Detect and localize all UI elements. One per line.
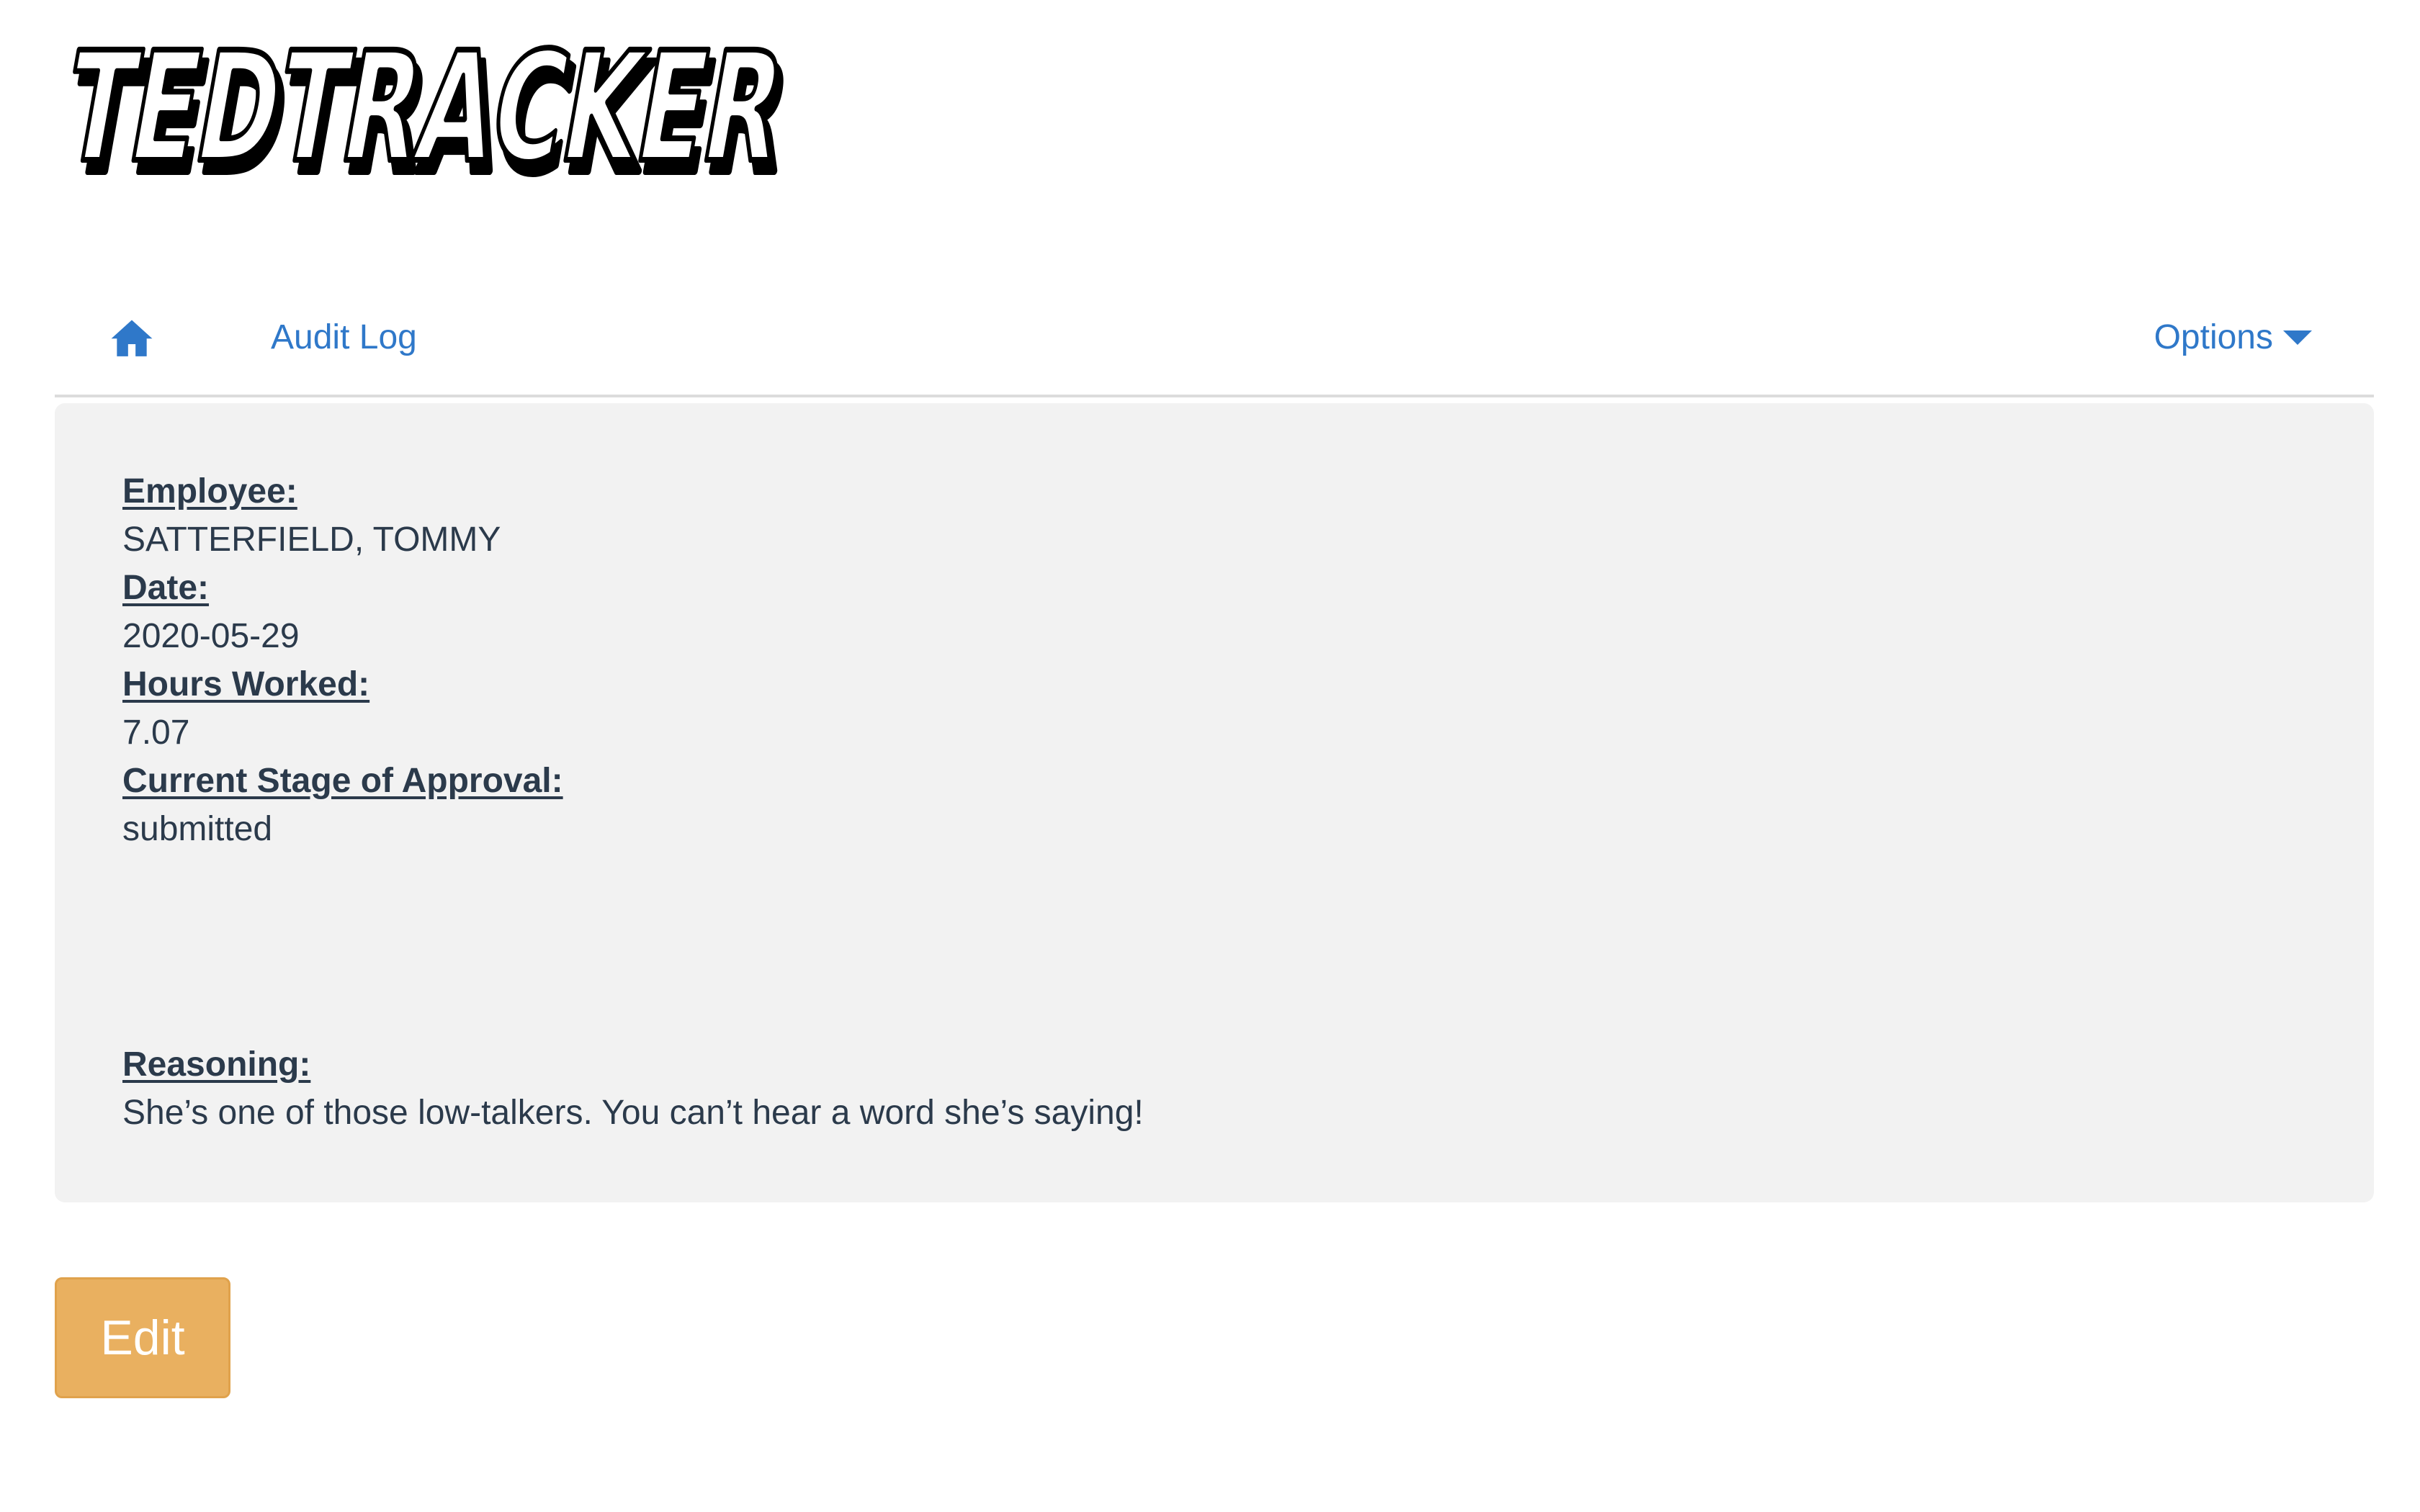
home-icon[interactable] [109, 315, 154, 360]
hours-worked-value: 7.07 [122, 714, 190, 752]
logo-wordmark: TEDTRACKER TEDTRACKER [50, 17, 805, 211]
employee-label: Employee: [122, 472, 297, 510]
approval-stage-value: submitted [122, 810, 273, 848]
top-navigation: Audit Log Options [55, 288, 2374, 397]
date-label: Date: [122, 569, 210, 607]
options-dropdown[interactable]: Options [2154, 315, 2312, 360]
audit-log-link[interactable]: Audit Log [271, 315, 417, 360]
date-value: 2020-05-29 [122, 617, 300, 655]
reasoning-label: Reasoning: [122, 1045, 311, 1084]
home-icon-graphic [111, 320, 153, 356]
edit-button[interactable]: Edit [55, 1277, 230, 1398]
logo-text: TEDTRACKER [53, 20, 797, 196]
page: TEDTRACKER TEDTRACKER Audit Log Options … [0, 0, 2420, 1512]
reasoning-value: She’s one of those low-talkers. You can’… [122, 1094, 1144, 1132]
tedtracker-logo: TEDTRACKER TEDTRACKER [50, 17, 825, 211]
approval-stage-label: Current Stage of Approval: [122, 762, 563, 800]
record-details-panel: Employee: SATTERFIELD, TOMMY Date: 2020-… [55, 403, 2374, 1202]
caret-down-icon [2283, 330, 2312, 345]
hours-worked-label: Hours Worked: [122, 665, 370, 703]
employee-value: SATTERFIELD, TOMMY [122, 521, 501, 559]
options-label: Options [2154, 318, 2273, 356]
